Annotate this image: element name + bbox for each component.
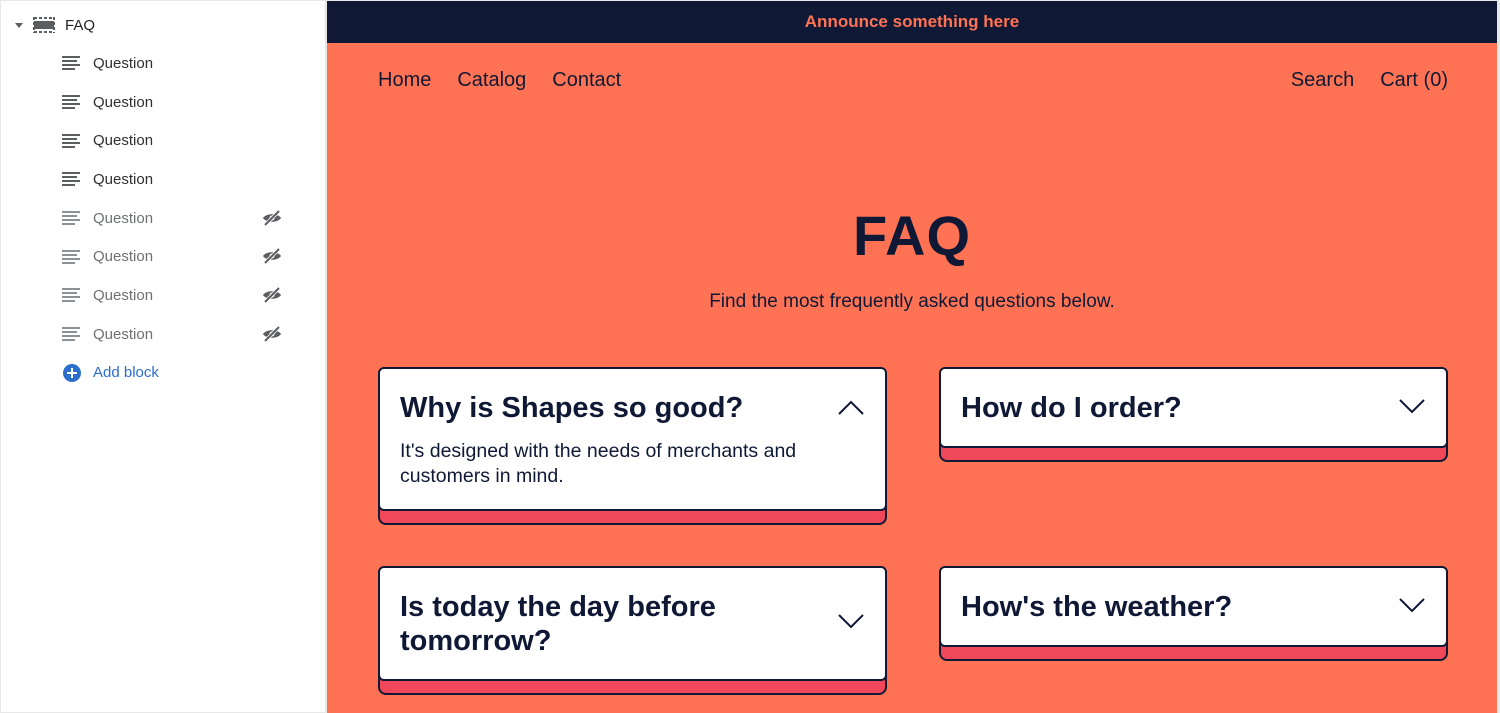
eye-off-icon[interactable] [261, 209, 283, 227]
add-block-button[interactable]: Add block [1, 354, 326, 392]
nav-cart[interactable]: Cart (0) [1380, 69, 1448, 92]
block-label: Question [93, 93, 154, 111]
block-item-hidden[interactable]: Question [1, 237, 326, 276]
section-faq[interactable]: FAQ [15, 13, 95, 37]
block-item[interactable]: Question [1, 121, 326, 160]
text-block-icon [62, 133, 80, 148]
eye-off-icon[interactable] [261, 325, 283, 343]
section-label: FAQ [65, 16, 96, 34]
block-item[interactable]: Question [1, 160, 326, 199]
block-item[interactable]: Question [1, 44, 326, 83]
faq-item: Is today the day before tomorrow? [378, 566, 887, 695]
block-label: Question [93, 170, 154, 188]
nav-home[interactable]: Home [378, 69, 431, 92]
faq-answer: It's designed with the needs of merchant… [400, 440, 797, 487]
block-list: Question Question Question Question Ques… [1, 44, 326, 392]
block-label: Question [93, 325, 154, 343]
caret-down-icon[interactable] [15, 22, 23, 28]
faq-question[interactable]: How do I order? [941, 369, 1446, 446]
block-label: Question [93, 54, 154, 72]
block-item[interactable]: Question [1, 83, 326, 122]
block-label: Question [93, 286, 154, 304]
chevron-up-icon[interactable] [837, 400, 865, 416]
header-nav: Home Catalog Contact Search Cart (0) [378, 69, 1448, 92]
text-block-icon [62, 288, 80, 303]
nav-contact[interactable]: Contact [552, 69, 621, 92]
store-preview: Announce something here Home Catalog Con… [327, 1, 1497, 713]
nav-search[interactable]: Search [1291, 69, 1354, 92]
block-label: Question [93, 132, 154, 150]
page-subtitle: Find the most frequently asked questions… [709, 291, 1115, 312]
text-block-icon [62, 172, 80, 187]
eye-off-icon[interactable] [261, 286, 283, 304]
chevron-down-icon[interactable] [1398, 597, 1426, 613]
faq-question[interactable]: Why is Shapes so good? [380, 369, 885, 425]
nav-catalog[interactable]: Catalog [457, 69, 526, 92]
text-block-icon [62, 249, 80, 264]
block-item-hidden[interactable]: Question [1, 315, 326, 354]
faq-item: Why is Shapes so good? It's designed wit… [378, 367, 887, 525]
block-item-hidden[interactable]: Question [1, 199, 326, 238]
faq-question[interactable]: Is today the day before tomorrow? [380, 568, 885, 679]
block-label: Question [93, 248, 154, 266]
section-icon [33, 16, 55, 34]
faq-question[interactable]: How's the weather? [941, 568, 1446, 645]
add-block-label: Add block [93, 364, 159, 381]
sidebar: FAQ Question Question Question Question … [1, 1, 326, 712]
text-block-icon [62, 327, 80, 342]
chevron-down-icon[interactable] [837, 613, 865, 629]
plus-circle-icon [63, 363, 81, 382]
faq-item: How do I order? [939, 367, 1448, 462]
block-label: Question [93, 209, 154, 227]
chevron-down-icon[interactable] [1398, 398, 1426, 414]
text-block-icon [62, 95, 80, 110]
eye-off-icon[interactable] [261, 247, 283, 265]
block-item-hidden[interactable]: Question [1, 276, 326, 315]
announcement-bar: Announce something here [327, 1, 1497, 43]
page-title: FAQ [852, 204, 972, 267]
faq-item: How's the weather? [939, 566, 1448, 661]
text-block-icon [62, 56, 80, 71]
text-block-icon [62, 211, 80, 226]
announcement-text: Announce something here [804, 12, 1020, 31]
